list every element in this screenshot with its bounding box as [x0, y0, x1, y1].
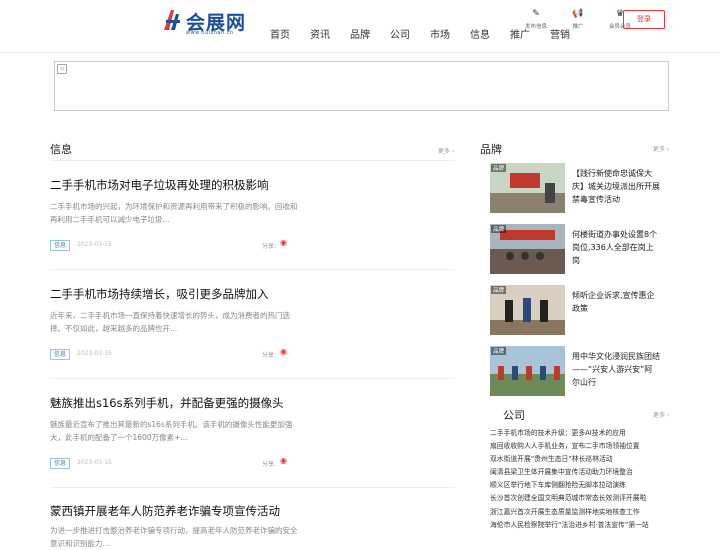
article-tag[interactable]: 信息: [50, 458, 71, 469]
article-date: 2023-03-15: [77, 350, 112, 357]
company-list-item[interactable]: 扇回收收购人人手机业务，宣布二手市场领袖位置: [490, 440, 670, 453]
brand-title[interactable]: 倾听企业诉求,宣传惠企政策: [572, 289, 660, 315]
article-summary: 为进一步推进打击整治养老诈骗专项行动，提高老年人防范养老诈骗的安全意识和识别能力…: [50, 526, 298, 548]
promote-button[interactable]: 📢 推广: [558, 9, 598, 30]
company-list-item[interactable]: 海伦市人民检察院举行“法治进乡村·普法宣传”第一站: [490, 519, 670, 532]
article-title[interactable]: 蒙西镇开展老年人防范养老诈骗专项宣传活动: [50, 504, 455, 518]
article-item: 蒙西镇开展老年人防范养老诈骗专项宣传活动 为进一步推进打击整治养老诈骗专项行动，…: [50, 504, 455, 548]
info-section-title: 信息: [50, 143, 72, 156]
brand-item[interactable]: 品牌 用中华文化浸润民族团结——“兴安人游兴安”阿尔山行: [490, 346, 660, 398]
publish-button[interactable]: ✎ 发布信息: [516, 9, 556, 30]
company-list-item[interactable]: 长沙首次创建全国文明典范城市常态长效测评开展啦: [490, 492, 670, 505]
nav-item-market[interactable]: 市场: [430, 26, 450, 41]
brand-list: 品牌 【践行新使命忠诚保大庆】城关边境派出所开展禁毒宣传活动 品牌 何楼街道办事…: [480, 157, 667, 407]
article-date: 2023-03-15: [77, 459, 112, 466]
brand-item[interactable]: 品牌 【践行新使命忠诚保大庆】城关边境派出所开展禁毒宣传活动: [490, 163, 660, 215]
article-date: 2023-03-15: [77, 241, 112, 248]
company-more-link[interactable]: 更多 ›: [653, 410, 669, 419]
article-summary: 魅族最近宣布了推出其最新的s16s系列手机。该手机的摄像头性能更加强大，此手机的…: [50, 420, 293, 442]
login-button[interactable]: 登录: [623, 10, 665, 29]
brand-title[interactable]: 用中华文化浸润民族团结——“兴安人游兴安”阿尔山行: [572, 350, 660, 389]
site-header: 会展网 www.huizhan.cn 首页 资讯 品牌 公司 市场 信息 推广 …: [0, 0, 720, 53]
logo-subtext: www.huizhan.cn: [186, 30, 234, 36]
share-label: 分享:: [262, 461, 277, 468]
banner-image[interactable]: ▫: [54, 61, 669, 111]
brand-title[interactable]: 【践行新使命忠诚保大庆】城关边境派出所开展禁毒宣传活动: [572, 167, 660, 206]
weibo-icon[interactable]: ◉: [280, 347, 287, 356]
brand-item[interactable]: 品牌 倾听企业诉求,宣传惠企政策: [490, 285, 660, 337]
share-label: 分享:: [262, 243, 277, 250]
nav-item-news[interactable]: 资讯: [310, 26, 330, 41]
article-tag[interactable]: 信息: [50, 240, 71, 251]
brand-section-title: 品牌: [480, 143, 502, 156]
edit-icon: ✎: [532, 9, 540, 19]
brand-more-link[interactable]: 更多 ›: [653, 144, 669, 153]
company-list-item[interactable]: 顺义区举行地下车库侧翻抢险无脚本拉动演练: [490, 479, 670, 492]
weibo-icon[interactable]: ◉: [280, 456, 287, 465]
company-list: 二手手机市场的技术升级：更多AI技术的应用 扇回收收购人人手机业务，宣布二手市场…: [490, 427, 670, 532]
nav-item-brand[interactable]: 品牌: [350, 26, 370, 41]
article-meta: 信息 2023-03-15 分享: ◉: [50, 456, 455, 470]
brand-item[interactable]: 品牌 何楼街道办事处设置8个岗位,336人全部在岗上岗: [490, 224, 660, 276]
brand-title[interactable]: 何楼街道办事处设置8个岗位,336人全部在岗上岗: [572, 228, 660, 267]
company-section-title: 公司: [503, 409, 525, 422]
article-summary: 二手手机市场的兴起，为环境保护和资源再利用带来了积极的影响。回收和再利用二手手机…: [50, 202, 298, 224]
nav-item-company[interactable]: 公司: [390, 26, 410, 41]
company-list-item[interactable]: 双水街道开展“贵州生态日”林长巡林活动: [490, 453, 670, 466]
article-item: 二手手机市场持续增长，吸引更多品牌加入 近年来，二手手机市场一直保持着快速增长的…: [50, 287, 455, 379]
info-more-link[interactable]: 更多 ›: [438, 146, 454, 155]
megaphone-icon: 📢: [572, 9, 584, 19]
article-tag[interactable]: 信息: [50, 349, 71, 360]
company-list-item[interactable]: 闽清县梁卫生体开展集中宣传活动助力环境整治: [490, 466, 670, 479]
brand-thumbnail[interactable]: 品牌: [490, 163, 565, 213]
article-meta: 信息 2023-03-15 分享: ◉: [50, 238, 455, 252]
article-meta: 信息 2023-03-15 分享: ◉: [50, 347, 455, 361]
company-list-item[interactable]: 浙江嘉兴首次开展生态质量监测样地实地核查工作: [490, 506, 670, 519]
share-label: 分享:: [262, 352, 277, 359]
article-summary: 近年来，二手手机市场一直保持着快速增长的势头，成为消费者的热门选择。不仅如此，越…: [50, 311, 290, 333]
divider: [50, 160, 455, 161]
site-logo[interactable]: 会展网 www.huizhan.cn: [162, 8, 246, 36]
nav-item-info[interactable]: 信息: [470, 26, 490, 41]
brand-thumbnail[interactable]: 品牌: [490, 346, 565, 396]
broken-image-icon: ▫: [57, 64, 67, 74]
logo-mark-icon: [164, 10, 180, 30]
brand-thumbnail[interactable]: 品牌: [490, 224, 565, 274]
article-item: 二手手机市场对电子垃圾再处理的积极影响 二手手机市场的兴起，为环境保护和资源再利…: [50, 178, 455, 270]
article-title[interactable]: 二手手机市场持续增长，吸引更多品牌加入: [50, 287, 455, 301]
company-list-item[interactable]: 二手手机市场的技术升级：更多AI技术的应用: [490, 427, 670, 440]
brand-thumbnail[interactable]: 品牌: [490, 285, 565, 335]
article-title[interactable]: 魅族推出s16s系列手机，并配备更强的摄像头: [50, 396, 455, 410]
article-title[interactable]: 二手手机市场对电子垃圾再处理的积极影响: [50, 178, 455, 192]
nav-item-home[interactable]: 首页: [270, 26, 290, 41]
weibo-icon[interactable]: ◉: [280, 238, 287, 247]
article-item: 魅族推出s16s系列手机，并配备更强的摄像头 魅族最近宣布了推出其最新的s16s…: [50, 396, 455, 488]
